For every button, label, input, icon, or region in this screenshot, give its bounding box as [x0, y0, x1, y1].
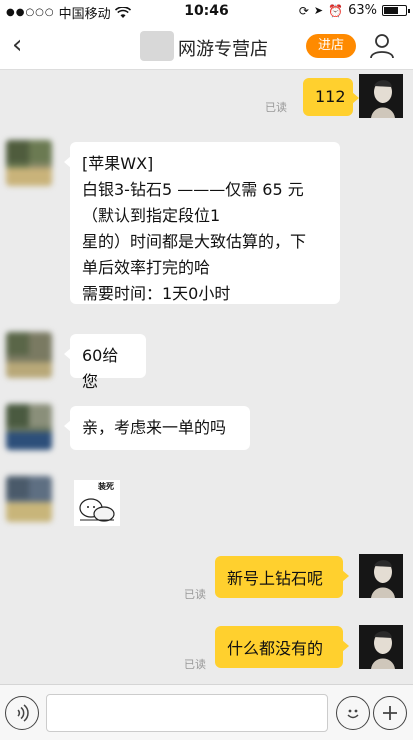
- emoji-icon[interactable]: [336, 696, 370, 730]
- contact-avatar[interactable]: [6, 140, 52, 186]
- contact-avatar[interactable]: [6, 332, 52, 378]
- message-line: 星的）时间都是大致估算的，下: [82, 232, 307, 251]
- message-text: 什么都没有的: [227, 639, 324, 658]
- voice-icon[interactable]: [5, 696, 39, 730]
- message-line: 需要时间：1天0小时: [82, 284, 231, 303]
- sticker-message[interactable]: 装死: [74, 480, 120, 526]
- message-text: 112: [315, 87, 346, 106]
- alarm-icon: ⏰: [328, 3, 344, 18]
- message-line: 单后效率打完的哈: [82, 258, 211, 277]
- my-avatar[interactable]: [359, 74, 403, 118]
- enter-shop-button[interactable]: 进店: [306, 34, 356, 58]
- message-text: 亲，考虑来一单的吗: [82, 418, 227, 437]
- plus-icon[interactable]: [373, 696, 407, 730]
- chat-area: 112 已读 [苹果WX] 白银3-钻石5 ———仅需 65 元 （默认到指定段…: [0, 70, 413, 684]
- page-title: 网游专营店: [178, 39, 268, 60]
- battery-percent: 63%: [348, 3, 377, 18]
- message-line: [苹果WX]: [82, 154, 154, 173]
- contact-avatar[interactable]: [6, 404, 52, 450]
- message-bubble-incoming[interactable]: [苹果WX] 白银3-钻石5 ———仅需 65 元 （默认到指定段位1 星的）时…: [64, 142, 340, 304]
- input-bar: [0, 684, 413, 740]
- read-status: 已读: [265, 101, 287, 114]
- message-text: 60给您: [82, 346, 119, 391]
- message-bubble-outgoing[interactable]: 新号上钻石呢: [215, 556, 349, 598]
- message-line: （默认到指定段位1: [82, 206, 221, 225]
- message-bubble-outgoing[interactable]: 什么都没有的: [215, 626, 349, 668]
- contact-avatar[interactable]: [6, 476, 52, 522]
- message-bubble-outgoing[interactable]: 112: [303, 78, 359, 116]
- message-line: 白银3-钻石5 ———仅需 65 元: [82, 180, 304, 199]
- nav-bar: ‹ 网游专营店 进店: [0, 22, 413, 70]
- battery-icon: [382, 5, 410, 16]
- location-icon: ➤: [313, 4, 324, 17]
- back-icon[interactable]: ‹: [12, 32, 22, 58]
- rotation-lock-icon: ⟳: [298, 3, 309, 18]
- message-input[interactable]: [46, 694, 328, 732]
- my-avatar[interactable]: [359, 625, 403, 669]
- message-bubble-incoming[interactable]: 亲，考虑来一单的吗: [64, 406, 250, 450]
- user-icon[interactable]: [368, 32, 396, 60]
- read-status: 已读: [184, 658, 206, 671]
- read-status: 已读: [184, 588, 206, 601]
- sticker-caption: 装死: [98, 482, 114, 491]
- my-avatar[interactable]: [359, 554, 403, 598]
- message-text: 新号上钻石呢: [227, 569, 324, 588]
- status-right: ⟳ ➤ ⏰ 63%: [298, 3, 410, 18]
- message-bubble-incoming[interactable]: 60给您: [64, 334, 146, 391]
- shop-avatar-blurred: [140, 31, 174, 61]
- status-bar: ●●○○○ 中国移动 10:46 ⟳ ➤ ⏰ 63%: [0, 0, 413, 22]
